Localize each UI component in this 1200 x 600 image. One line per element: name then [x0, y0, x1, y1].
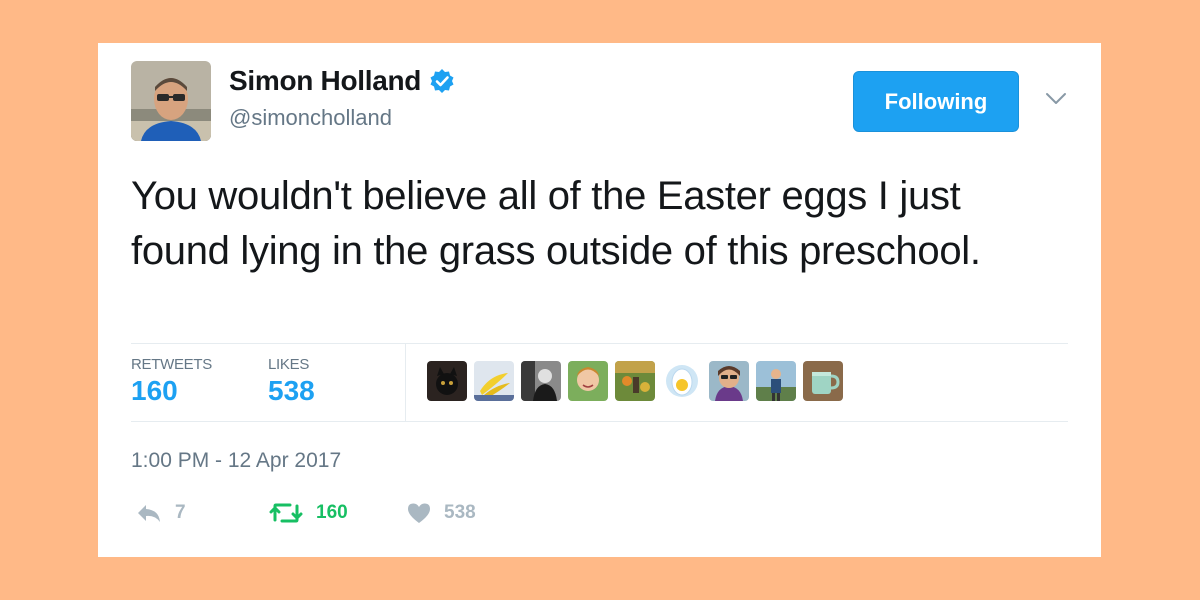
likes-label: LIKES: [268, 356, 310, 373]
liker-avatars: [427, 361, 843, 401]
liker-avatar-woman-sunglasses[interactable]: [709, 361, 749, 401]
heart-icon: [408, 503, 430, 523]
liker-avatar-person-dark[interactable]: [521, 361, 561, 401]
tweet-card: Simon Holland @simoncholland Following Y…: [98, 43, 1101, 557]
stats-separator: [405, 344, 406, 421]
reply-action[interactable]: 7: [135, 499, 186, 527]
retweets-label: RETWEETS: [131, 356, 212, 373]
author-name[interactable]: Simon Holland: [229, 65, 421, 97]
author-avatar[interactable]: [131, 61, 211, 141]
retweet-icon: [269, 503, 303, 523]
verified-badge-icon: [429, 68, 455, 94]
liker-avatar-person-outdoors[interactable]: [756, 361, 796, 401]
tweet-text: You wouldn't believe all of the Easter e…: [131, 174, 981, 273]
stats-divider-bottom: [131, 421, 1068, 422]
like-count: 538: [444, 502, 476, 523]
liker-avatar-person-smiling[interactable]: [568, 361, 608, 401]
stats-divider-top: [131, 343, 1068, 344]
retweets-count[interactable]: 160: [131, 375, 178, 407]
liker-avatar-mug[interactable]: [803, 361, 843, 401]
liker-avatar-bananas[interactable]: [474, 361, 514, 401]
retweet-action[interactable]: 160: [268, 499, 348, 527]
reply-count: 7: [175, 502, 186, 523]
liker-avatar-garden[interactable]: [615, 361, 655, 401]
like-action[interactable]: 538: [406, 499, 476, 527]
reply-icon: [138, 505, 160, 522]
author-handle[interactable]: @simoncholland: [229, 105, 392, 131]
following-button[interactable]: Following: [853, 71, 1019, 132]
chevron-down-icon[interactable]: [1045, 92, 1067, 106]
tweet-timestamp[interactable]: 1:00 PM - 12 Apr 2017: [131, 449, 341, 473]
author-name-row[interactable]: Simon Holland: [229, 65, 455, 97]
likes-count[interactable]: 538: [268, 375, 315, 407]
liker-avatar-egg[interactable]: [662, 361, 702, 401]
liker-avatar-black-cat[interactable]: [427, 361, 467, 401]
retweet-count: 160: [316, 502, 348, 523]
